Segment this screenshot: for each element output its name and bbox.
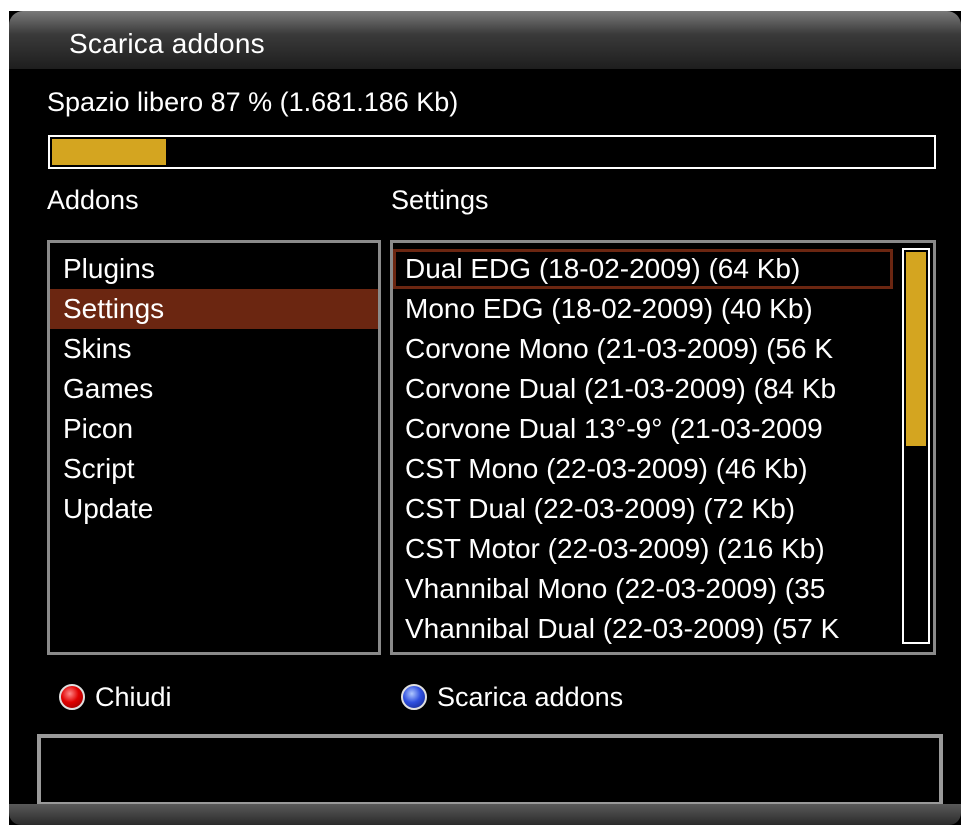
- addons-list-item[interactable]: Plugins: [50, 249, 378, 289]
- addons-list-item[interactable]: Skins: [50, 329, 378, 369]
- addons-list-item[interactable]: Games: [50, 369, 378, 409]
- settings-list-item[interactable]: Corvone Mono (21-03-2009) (56 K: [393, 329, 893, 369]
- red-button-icon: [59, 684, 85, 710]
- settings-scrollbar[interactable]: [902, 248, 930, 644]
- addons-list-item[interactable]: Update: [50, 489, 378, 529]
- title-bar: Scarica addons: [9, 11, 961, 69]
- settings-list-item[interactable]: Vhannibal Mono (22-03-2009) (35: [393, 569, 893, 609]
- addons-list: Plugins Settings Skins Games Picon Script Upda…: [50, 249, 378, 529]
- storage-usage-bar: [48, 135, 936, 169]
- settings-list-item[interactable]: CST Motor (22-03-2009) (216 Kb): [393, 529, 893, 569]
- settings-section-label: Settings: [391, 185, 489, 215]
- status-message-box: [37, 734, 943, 806]
- settings-list: Dual EDG (18-02-2009) (64 Kb) Mono EDG (1…: [393, 249, 893, 649]
- addons-category-list[interactable]: Plugins Settings Skins Games Picon Script Upda…: [47, 240, 381, 655]
- settings-list-item[interactable]: CST Mono (22-03-2009) (46 Kb): [393, 449, 893, 489]
- free-space-label: Spazio libero 87 % (1.681.186 Kb): [47, 87, 459, 117]
- footer-bar: [9, 804, 961, 825]
- settings-list-item[interactable]: Dual EDG (18-02-2009) (64 Kb): [393, 249, 893, 289]
- window-title: Scarica addons: [69, 28, 265, 59]
- download-addons-button-label: Scarica addons: [437, 681, 624, 712]
- settings-list-item[interactable]: Corvone Dual (21-03-2009) (84 Kb: [393, 369, 893, 409]
- settings-list-item[interactable]: Vhannibal Dual (22-03-2009) (57 K: [393, 609, 893, 649]
- settings-list-item[interactable]: CST Dual (22-03-2009) (72 Kb): [393, 489, 893, 529]
- settings-list-item[interactable]: Mono EDG (18-02-2009) (40 Kb): [393, 289, 893, 329]
- settings-scrollbar-thumb[interactable]: [906, 252, 926, 446]
- addons-list-item[interactable]: Script: [50, 449, 378, 489]
- addons-list-item[interactable]: Picon: [50, 409, 378, 449]
- addon-download-window: Scarica addons Spazio libero 87 % (1.681…: [9, 11, 961, 825]
- close-button[interactable]: Chiudi: [59, 680, 172, 714]
- addons-section-label: Addons: [47, 185, 139, 215]
- settings-addon-list[interactable]: Dual EDG (18-02-2009) (64 Kb) Mono EDG (1…: [390, 240, 936, 655]
- close-button-label: Chiudi: [95, 681, 172, 712]
- settings-list-item[interactable]: Corvone Dual 13°-9° (21-03-2009: [393, 409, 893, 449]
- blue-button-icon: [401, 684, 427, 710]
- addons-list-item[interactable]: Settings: [50, 289, 378, 329]
- storage-usage-fill: [52, 139, 166, 165]
- download-addons-button[interactable]: Scarica addons: [401, 680, 623, 714]
